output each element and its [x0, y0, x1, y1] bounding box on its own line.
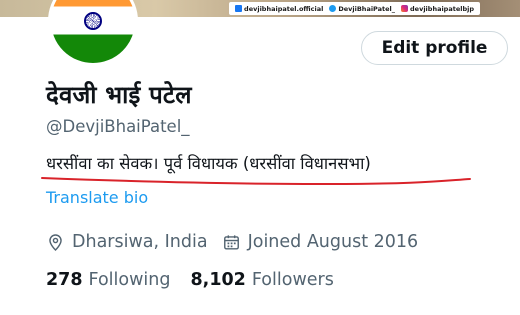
profile-handle: @DevjiBhaiPatel_	[46, 117, 190, 136]
following-count: 278	[46, 270, 83, 290]
facebook-handle: devjibhaipatel.official	[244, 4, 324, 13]
twitter-handle: DevjiBhaiPatel_	[338, 4, 396, 13]
social-twitter: DevjiBhaiPatel_	[329, 5, 395, 13]
calendar-icon	[223, 234, 239, 250]
social-handles-strip: devjibhaipatel.official DevjiBhaiPatel_ …	[229, 2, 480, 15]
location-pin-icon	[49, 233, 62, 251]
followers-count: 8,102	[190, 270, 246, 290]
profile-name: देवजी भाई पटेल	[46, 81, 192, 109]
follow-stats: 278 Following 8,102 Followers	[46, 270, 334, 290]
avatar[interactable]	[48, 0, 138, 66]
followers-label: Followers	[251, 270, 334, 290]
joined-item: Joined August 2016	[222, 232, 419, 252]
joined-text: Joined August 2016	[247, 232, 419, 252]
location-item: Dharsiwa, India	[46, 232, 208, 252]
following-label: Following	[88, 270, 171, 290]
edit-profile-button[interactable]: Edit profile	[361, 31, 508, 65]
following-link[interactable]: 278 Following	[46, 270, 171, 290]
profile-bio: धरसींवा का सेवक। पूर्व विधायक (धरसींवा व…	[46, 154, 371, 173]
profile-meta: Dharsiwa, India Joined August 2016	[46, 232, 418, 252]
twitter-icon	[329, 5, 337, 12]
social-instagram: devjibhaipatelbjp	[401, 5, 474, 13]
ashoka-chakra-icon	[84, 12, 102, 30]
social-facebook: devjibhaipatel.official	[235, 5, 323, 13]
instagram-handle: devjibhaipatelbjp	[410, 4, 474, 13]
location-text: Dharsiwa, India	[72, 232, 208, 252]
red-underline-annotation	[41, 177, 471, 186]
facebook-icon	[235, 5, 243, 12]
instagram-icon	[401, 5, 409, 12]
translate-bio-link[interactable]: Translate bio	[46, 188, 148, 207]
followers-link[interactable]: 8,102 Followers	[191, 270, 334, 290]
